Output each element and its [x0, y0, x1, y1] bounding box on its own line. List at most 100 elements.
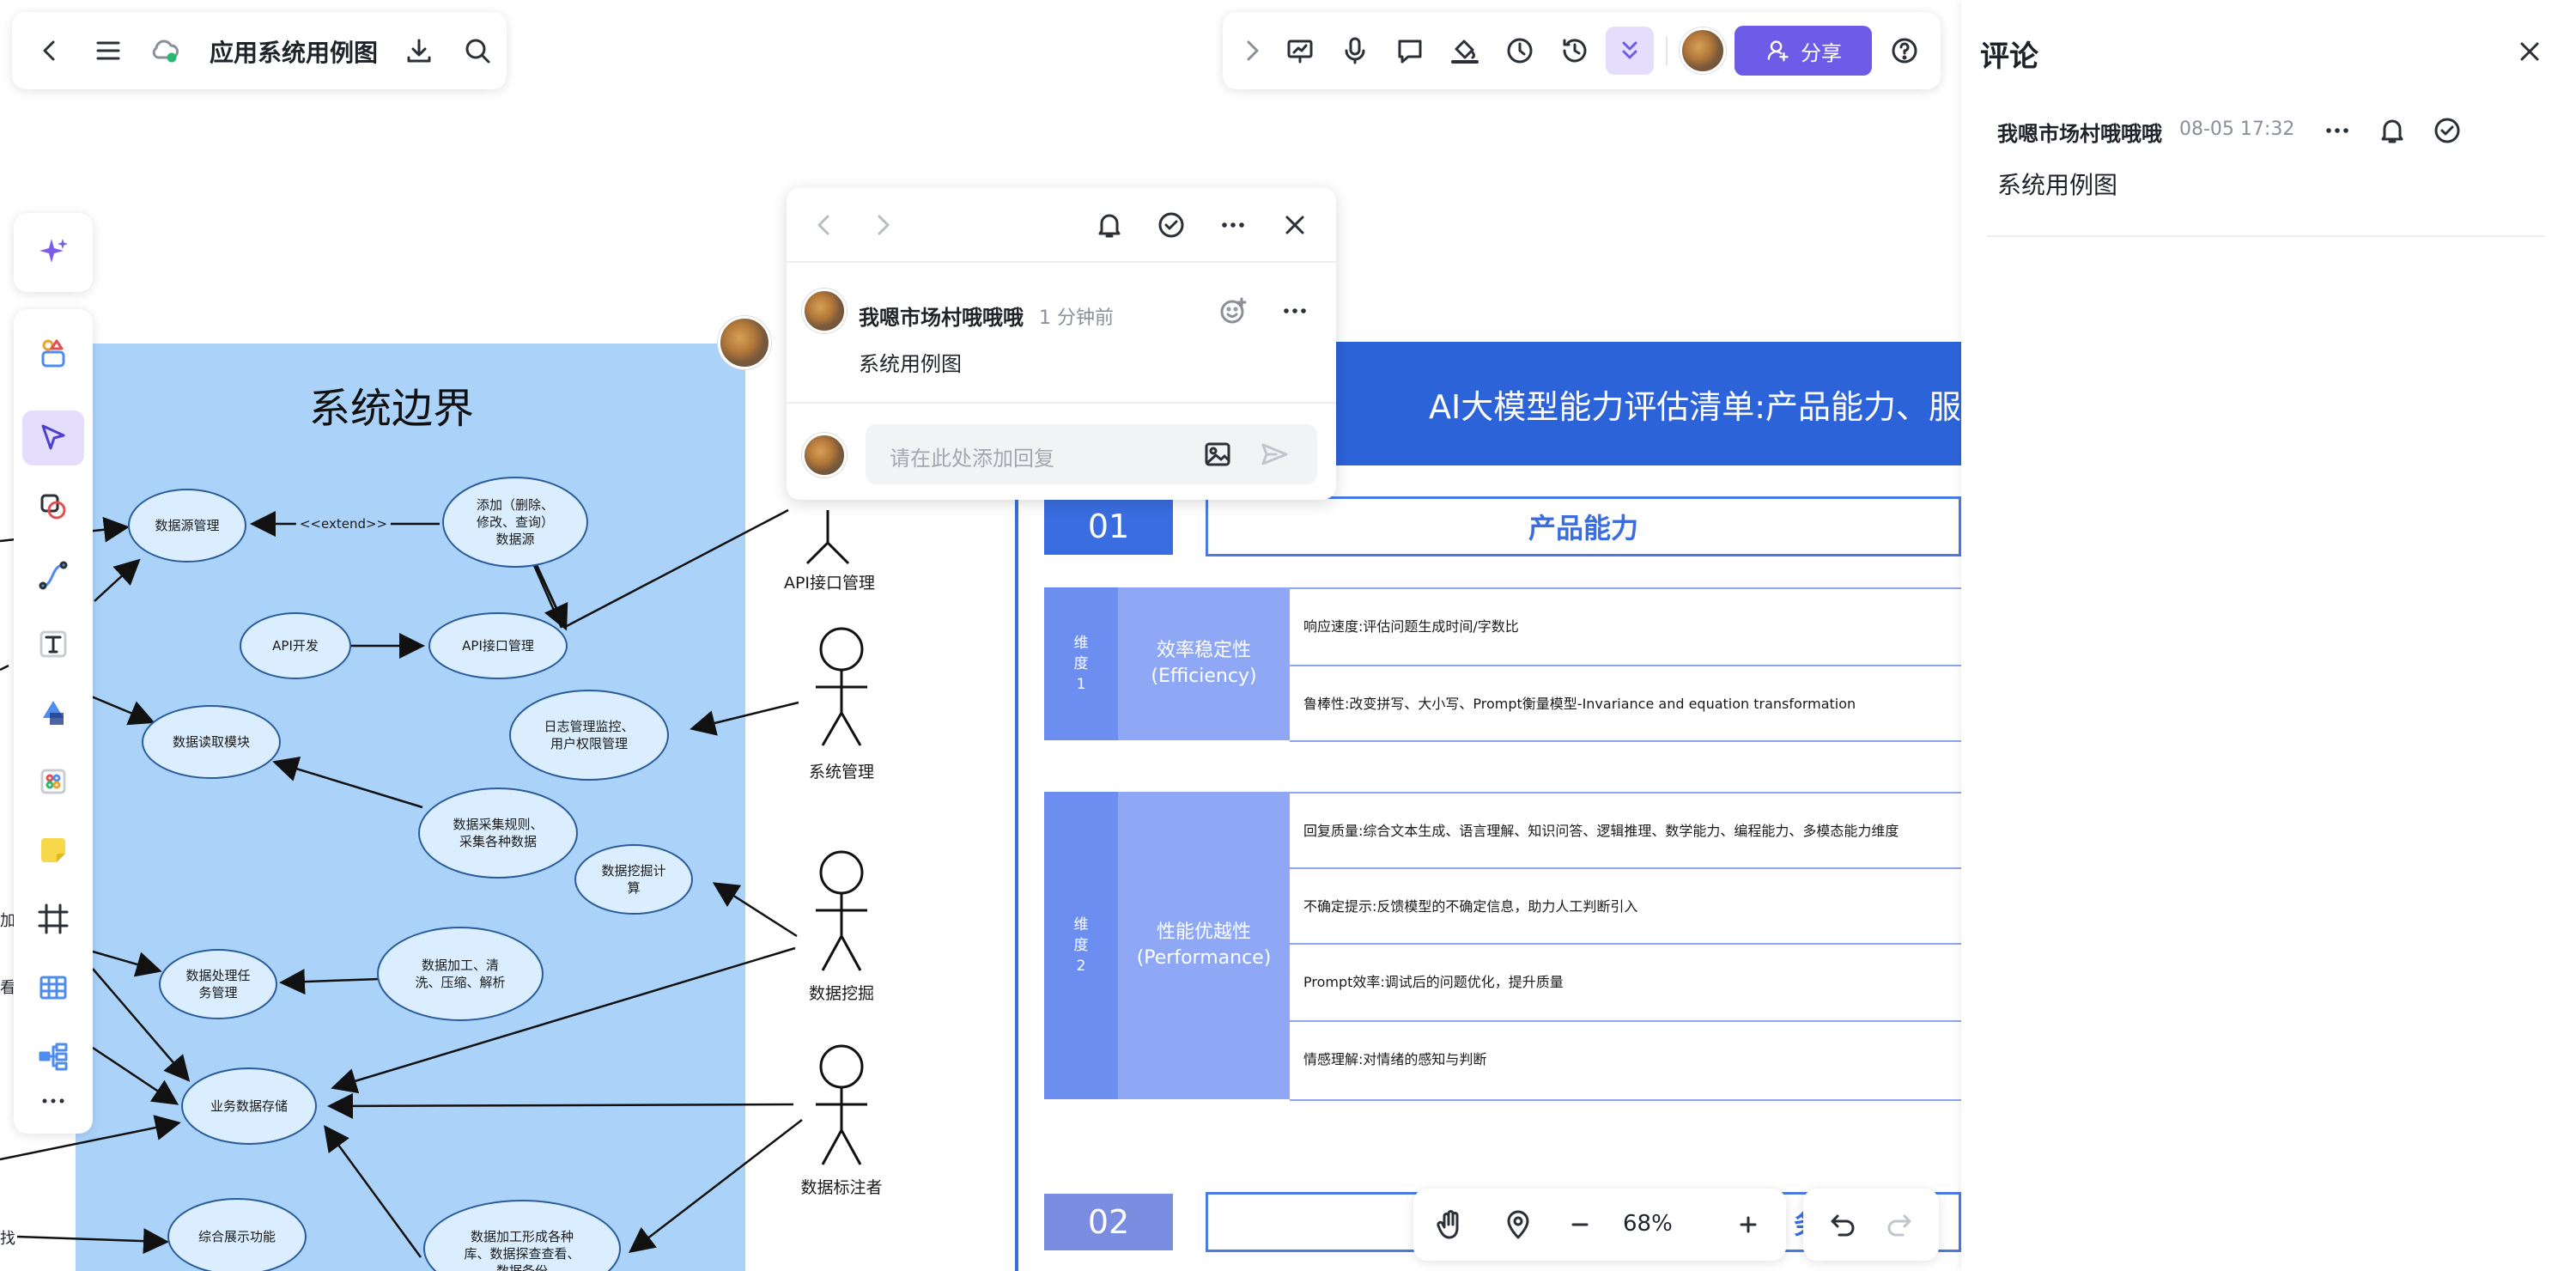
zoom-level[interactable]: 68% [1623, 1211, 1673, 1237]
hand-icon [1437, 1210, 1459, 1239]
shape-tool[interactable] [22, 479, 84, 534]
paint-bucket-icon [1451, 40, 1479, 64]
comment-content: 系统用例图 [859, 352, 962, 376]
send-icon [1261, 443, 1288, 465]
redo-icon [1887, 1214, 1911, 1237]
row-divider [1290, 943, 1961, 945]
dimension-category: 性能优越性 (Performance) [1118, 792, 1290, 1099]
divider [787, 261, 1336, 263]
criteria-text: Prompt效率:调试后的问题优化，提升质量 [1303, 974, 1564, 990]
prev-comment-button[interactable] [800, 201, 848, 249]
template-button[interactable] [22, 326, 84, 381]
menu-icon [96, 41, 120, 60]
format-painter-button[interactable] [1441, 27, 1489, 75]
history-button[interactable] [1551, 27, 1599, 75]
comment-pin-avatar[interactable] [718, 316, 771, 369]
add-user-icon [1767, 40, 1789, 62]
menu-button[interactable] [84, 27, 132, 75]
ai-assistant-button[interactable] [22, 225, 84, 280]
row-divider [1290, 740, 1961, 742]
comment-more-button[interactable] [2313, 106, 2361, 155]
usecase-data-process[interactable]: 数据加工、清 洗、压缩、解析 [415, 957, 505, 991]
components-tool[interactable] [22, 754, 84, 809]
undo-redo-bar [1803, 1189, 1939, 1261]
present-button[interactable] [1276, 27, 1324, 75]
text-tool[interactable] [22, 617, 84, 672]
download-button[interactable] [395, 27, 443, 75]
subscribe-button[interactable] [1085, 201, 1133, 249]
send-reply-button[interactable] [1250, 430, 1298, 478]
edge-text: 找 [0, 1230, 15, 1248]
usecase-add-datasource[interactable]: 添加（删除、 修改、查询） 数据源 [477, 496, 554, 548]
voice-button[interactable] [1331, 27, 1379, 75]
user-avatar[interactable] [1680, 27, 1726, 74]
microphone-icon [1345, 37, 1365, 64]
comment-card[interactable]: 我嗯市场村哦哦哦 08-05 17:32 系统用例图 [1987, 103, 2545, 237]
next-comment-button[interactable] [859, 201, 907, 249]
locate-button[interactable] [1494, 1201, 1542, 1249]
table-tool[interactable] [22, 960, 84, 1015]
frame-tool[interactable] [22, 891, 84, 946]
usecase-data-library[interactable]: 数据加工形成各种 库、数据探查查看、 数据备份 [464, 1228, 580, 1271]
usecase-log-monitor[interactable]: 日志管理监控、 用户权限管理 [544, 718, 634, 752]
back-button[interactable] [26, 27, 74, 75]
usecase-data-collect[interactable]: 数据采集规则、 采集各种数据 [453, 816, 543, 850]
resolve-button[interactable] [1147, 201, 1195, 249]
more-tools-button[interactable] [1606, 27, 1654, 75]
subscribe-button[interactable] [2368, 106, 2416, 155]
help-icon [1892, 38, 1917, 64]
criteria-text: 回复质量:综合文本生成、语言理解、知识问答、逻辑推理、数学能力、编程能力、多模态… [1303, 823, 1899, 839]
close-popup-button[interactable] [1271, 201, 1319, 249]
timer-button[interactable] [1496, 27, 1544, 75]
reply-input[interactable]: 请在此处添加回复 [866, 424, 1317, 484]
zoom-bar: 68% [1413, 1189, 1786, 1261]
usecase-api-dev[interactable]: API开发 [272, 637, 319, 654]
usecase-data-mining[interactable]: 数据挖掘计 算 [601, 862, 665, 897]
more-horizontal-icon [42, 1098, 64, 1104]
actor-label-mining: 数据挖掘 [808, 984, 875, 1003]
close-panel-button[interactable] [2506, 27, 2554, 76]
dimension-label: 维 度 1 [1044, 587, 1118, 740]
image-icon [1205, 442, 1230, 466]
comment-button[interactable] [1386, 27, 1434, 75]
more-button[interactable] [1209, 201, 1257, 249]
undo-button[interactable] [1819, 1201, 1867, 1249]
check-circle-icon [1158, 212, 1184, 238]
redo-button[interactable] [1875, 1201, 1923, 1249]
usecase-data-read[interactable]: 数据读取模块 [173, 733, 250, 751]
usecase-task-mgmt[interactable]: 数据处理任 务管理 [185, 967, 250, 1001]
comment-content: 系统用例图 [1997, 171, 2118, 199]
comment-author: 我嗯市场村哦哦哦 [859, 306, 1024, 330]
resolve-button[interactable] [2423, 106, 2471, 155]
history-icon [1563, 39, 1587, 63]
share-label: 分享 [1801, 40, 1842, 65]
connector-tool[interactable] [22, 548, 84, 603]
fill-shape-tool[interactable] [22, 685, 84, 740]
search-button[interactable] [453, 27, 501, 75]
zoom-out-button[interactable] [1556, 1201, 1604, 1249]
panel-title: 评论 [1980, 40, 2038, 74]
zoom-in-button[interactable] [1724, 1201, 1772, 1249]
more-tools-menu[interactable] [22, 1073, 84, 1128]
hand-tool-button[interactable] [1425, 1201, 1473, 1249]
divider [1666, 36, 1668, 65]
expand-toolbar-button[interactable] [1228, 27, 1276, 75]
insert-image-button[interactable] [1194, 430, 1242, 478]
usecase-business-store[interactable]: 业务数据存储 [210, 1098, 288, 1115]
add-reaction-button[interactable] [1209, 287, 1257, 335]
close-icon [1285, 216, 1304, 234]
section-title: 产品能力 [1206, 496, 1961, 556]
select-tool[interactable] [22, 410, 84, 465]
usecase-api-mgmt[interactable]: API接口管理 [462, 637, 534, 654]
help-button[interactable] [1880, 27, 1929, 75]
usecase-datasource-mgmt[interactable]: 数据源管理 [155, 517, 219, 534]
sticky-note-tool[interactable] [22, 823, 84, 878]
share-button[interactable]: 分享 [1735, 26, 1872, 76]
cloud-sync-status[interactable] [141, 27, 189, 75]
sticky-note-icon [41, 838, 65, 862]
usecase-display[interactable]: 综合展示功能 [198, 1228, 276, 1245]
comment-more-button[interactable] [1271, 287, 1319, 335]
chevron-right-icon [1247, 40, 1259, 61]
doc-title[interactable]: 应用系统用例图 [210, 34, 378, 69]
row-divider [1290, 867, 1961, 869]
